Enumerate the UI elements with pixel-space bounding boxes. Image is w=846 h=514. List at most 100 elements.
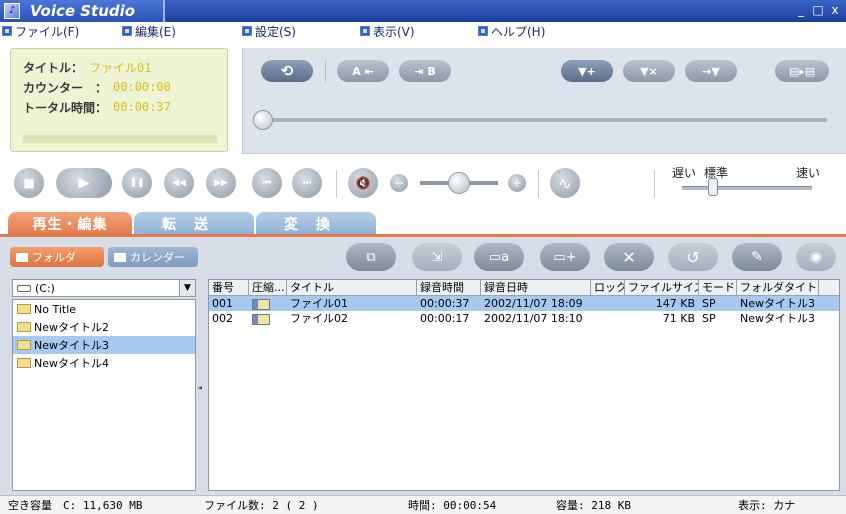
delete-button[interactable]: ✕ <box>604 243 654 271</box>
cell-mode: SP <box>702 297 716 310</box>
tab-convert[interactable]: 変換 <box>256 212 376 236</box>
menu-edit-label: 編集(E) <box>135 24 176 39</box>
info-level-bar <box>23 135 217 143</box>
folder-icon <box>17 340 31 350</box>
col-folder-title[interactable]: フォルダタイトル <box>737 280 819 295</box>
menu-file[interactable]: ファイル(F) <box>2 23 122 40</box>
speed-slider-knob[interactable] <box>708 178 718 196</box>
menu-help[interactable]: ヘルプ(H) <box>478 23 598 40</box>
drive-label: (C:) <box>35 281 55 295</box>
cell-folder-title: Newタイトル3 <box>740 297 815 310</box>
undo-button[interactable]: ↺ <box>668 243 718 271</box>
tree-item-new-title-2[interactable]: Newタイトル2 <box>13 318 195 336</box>
calendar-view-icon <box>114 252 126 262</box>
new-folder-button[interactable]: ▭+ <box>540 243 590 271</box>
pause-button[interactable]: ❚❚ <box>122 168 152 198</box>
menu-help-label: ヘルプ(H) <box>491 24 546 39</box>
move-button[interactable]: ⇲ <box>412 243 462 271</box>
pane-splitter[interactable]: ◂ <box>198 383 202 392</box>
maximize-button[interactable]: □ <box>811 3 825 17</box>
edit-title-button[interactable]: ✎ <box>732 243 782 271</box>
mute-button[interactable]: 🔇 <box>348 168 378 198</box>
position-slider-knob[interactable] <box>253 110 273 130</box>
a-point-button[interactable]: A ⇤ <box>337 60 389 82</box>
menu-edit[interactable]: 編集(E) <box>122 23 242 40</box>
folder-view-button[interactable]: フォルダ <box>10 247 104 267</box>
chevron-down-icon[interactable]: ▼ <box>179 280 195 296</box>
split-button[interactable]: ▤▸▤ <box>775 60 829 82</box>
calendar-view-button[interactable]: カレンダー <box>108 247 198 267</box>
folder-rename-button[interactable]: ▭a <box>474 243 524 271</box>
folder-icon <box>17 358 31 368</box>
tree-item-label: Newタイトル2 <box>34 321 109 334</box>
menu-view-label: 表示(V) <box>373 24 415 39</box>
menu-settings-label: 設定(S) <box>255 24 296 39</box>
info-counter-row: カウンター ： 00:00:00 <box>23 77 215 97</box>
play-button[interactable]: ▶ <box>56 168 112 198</box>
next-button[interactable]: ⏭ <box>292 168 322 198</box>
waveform-button[interactable]: ∿ <box>550 168 580 198</box>
status-file-count: ファイル数: 2 ( 2 ) <box>204 499 319 512</box>
info-title-value: ファイル01 <box>89 60 152 75</box>
cell-duration: 00:00:17 <box>420 312 470 325</box>
col-duration[interactable]: 録音時間 <box>417 280 481 295</box>
minimize-button[interactable]: _ <box>794 3 808 17</box>
copy-button[interactable]: ⧉ <box>346 243 396 271</box>
col-datetime[interactable]: 録音日時 <box>481 280 591 295</box>
position-slider-track[interactable] <box>261 118 827 122</box>
cell-number: 002 <box>212 312 233 325</box>
table-row[interactable]: 001 ファイル01 00:00:37 2002/11/07 18:09 147… <box>209 296 839 311</box>
table-row[interactable]: 002 ファイル02 00:00:17 2002/11/07 18:10 71 … <box>209 311 839 326</box>
title-bar: ♪ Voice Studio _ □ x <box>0 0 846 22</box>
cell-number: 001 <box>212 297 233 310</box>
file-icon <box>252 313 270 325</box>
menu-bar: ファイル(F) 編集(E) 設定(S) 表示(V) ヘルプ(H) <box>0 22 846 40</box>
col-title[interactable]: タイトル <box>287 280 417 295</box>
speed-fast-label: 速い <box>796 166 821 180</box>
folder-view-label: フォルダ <box>32 251 76 264</box>
file-icon <box>252 298 270 310</box>
menu-help-icon <box>478 26 488 36</box>
volume-up-button[interactable]: + <box>508 174 526 192</box>
info-total-value: 00:00:37 <box>113 100 171 114</box>
jump-mark-button[interactable]: →▼ <box>685 60 737 82</box>
cell-filesize: 147 KB <box>655 297 695 310</box>
cell-title: ファイル02 <box>290 312 348 325</box>
close-button[interactable]: x <box>828 3 842 17</box>
forward-button[interactable]: ▶▶ <box>206 168 236 198</box>
col-mode[interactable]: モード <box>699 280 737 295</box>
menu-settings[interactable]: 設定(S) <box>242 23 360 40</box>
file-table: 番号 圧縮... タイトル 録音時間 録音日時 ロック ファイルサイズ モード … <box>208 279 840 491</box>
col-lock[interactable]: ロック <box>591 280 625 295</box>
b-point-button[interactable]: ⇥ B <box>399 60 451 82</box>
col-compression[interactable]: 圧縮... <box>249 280 287 295</box>
drive-select[interactable]: (C:) ▼ <box>12 279 196 297</box>
menu-view-icon <box>360 26 370 36</box>
tree-item-no-title[interactable]: No Title <box>13 300 195 318</box>
tab-transfer[interactable]: 転送 <box>134 212 254 236</box>
repeat-button[interactable]: ⟲ <box>261 60 313 82</box>
tab-playback-edit[interactable]: 再生・編集 <box>8 212 132 236</box>
tree-item-label: Newタイトル3 <box>34 339 109 352</box>
folder-icon <box>17 322 31 332</box>
window-controls: _ □ x <box>794 3 842 17</box>
stop-button[interactable]: ■ <box>14 168 44 198</box>
cd-button[interactable]: ◉ <box>796 243 836 271</box>
info-counter-label: カウンター ： <box>23 80 108 95</box>
tree-item-new-title-4[interactable]: Newタイトル4 <box>13 354 195 372</box>
volume-down-button[interactable]: − <box>390 174 408 192</box>
menu-settings-icon <box>242 26 252 36</box>
add-mark-button[interactable]: ▼+ <box>561 60 613 82</box>
file-pane: フォルダ カレンダー ⧉ ⇲ ▭a ▭+ ✕ ↺ ✎ ◉ (C:) ▼ No T… <box>0 237 846 495</box>
col-number[interactable]: 番号 <box>209 280 249 295</box>
col-filesize[interactable]: ファイルサイズ <box>625 280 699 295</box>
menu-view[interactable]: 表示(V) <box>360 23 478 40</box>
volume-slider-knob[interactable] <box>448 172 470 194</box>
rewind-button[interactable]: ◀◀ <box>164 168 194 198</box>
speed-slider-track[interactable] <box>682 186 812 190</box>
delete-mark-button[interactable]: ▼× <box>623 60 675 82</box>
previous-button[interactable]: ⏮ <box>252 168 282 198</box>
tree-item-new-title-3[interactable]: Newタイトル3 <box>13 336 195 354</box>
menu-file-label: ファイル(F) <box>15 24 80 39</box>
cell-folder-title: Newタイトル3 <box>740 312 815 325</box>
